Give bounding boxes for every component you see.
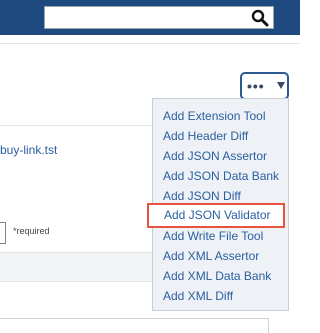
search-icon[interactable] <box>251 9 269 27</box>
chevron-down-icon <box>277 82 285 89</box>
test-file-link[interactable]: buy-link.tst <box>0 143 57 157</box>
lower-panel <box>0 318 269 333</box>
add-tool-dropdown-menu: Add Extension Tool Add Header Diff Add J… <box>147 98 289 311</box>
more-actions-button[interactable]: ••• <box>240 72 289 100</box>
menu-item-add-json-diff[interactable]: Add JSON Diff <box>163 189 241 203</box>
top-header-bar <box>0 0 300 35</box>
required-input-field[interactable] <box>0 222 6 244</box>
more-dots-icon: ••• <box>247 78 265 94</box>
menu-item-add-xml-data-bank[interactable]: Add XML Data Bank <box>163 269 271 283</box>
menu-item-add-xml-assertor[interactable]: Add XML Assertor <box>163 249 259 263</box>
menu-item-add-extension-tool[interactable]: Add Extension Tool <box>163 109 266 123</box>
required-note: *required <box>13 226 50 236</box>
menu-item-add-json-assertor[interactable]: Add JSON Assertor <box>163 149 267 163</box>
menu-item-add-header-diff[interactable]: Add Header Diff <box>163 129 248 143</box>
menu-item-add-json-validator[interactable]: Add JSON Validator <box>147 203 285 228</box>
header-divider <box>0 35 300 44</box>
search-field[interactable] <box>44 6 274 29</box>
search-input[interactable] <box>49 8 249 27</box>
menu-item-add-write-file-tool[interactable]: Add Write File Tool <box>163 229 263 243</box>
menu-item-add-json-data-bank[interactable]: Add JSON Data Bank <box>163 169 279 183</box>
table-header-band <box>0 252 153 282</box>
menu-item-add-xml-diff[interactable]: Add XML Diff <box>163 289 233 303</box>
section-divider <box>0 125 152 126</box>
